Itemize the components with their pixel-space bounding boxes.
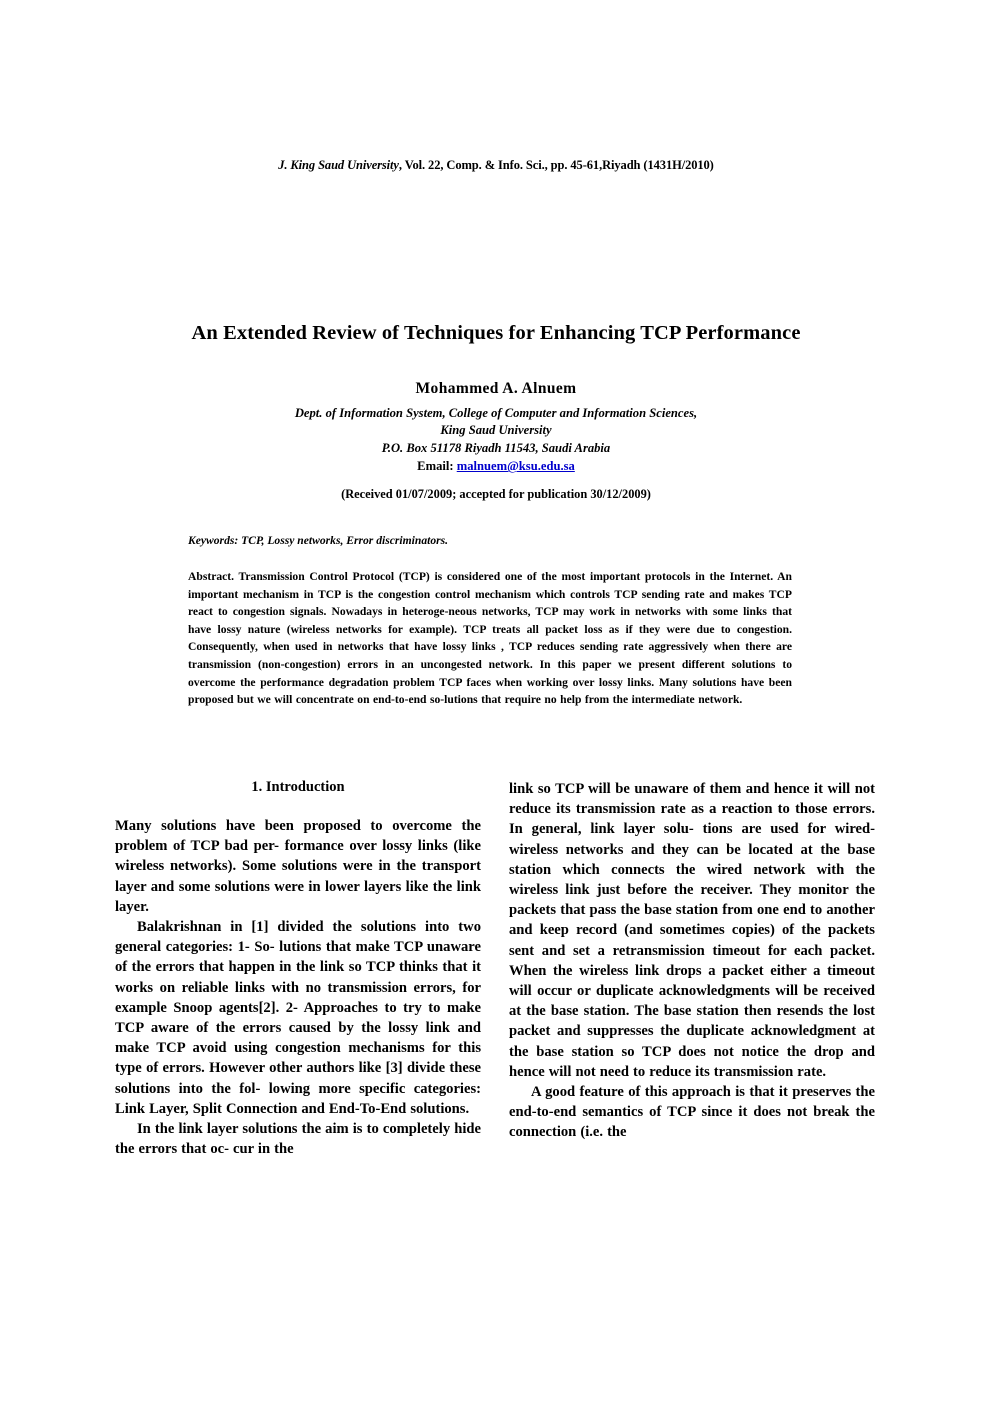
paper-page: J. King Saud University, Vol. 22, Comp. …	[0, 0, 992, 1403]
email-label: Email:	[417, 459, 454, 474]
received-accepted-dates: (Received 01/07/2009; accepted for publi…	[341, 487, 651, 501]
page-title: An Extended Review of Techniques for Enh…	[191, 322, 801, 344]
journal-issue-info: , Vol. 22, Comp. & Info. Sci., pp. 45-61…	[398, 158, 714, 172]
author-affiliation-line-2: King Saud University	[440, 423, 552, 438]
author-affiliation-line-1: Dept. of Information System, College of …	[294, 406, 698, 420]
author-name: Mohammed A. Alnuem	[415, 380, 577, 397]
paragraph: In the link layer solutions the aim is t…	[115, 1121, 481, 1158]
abstract-label: Abstract.	[188, 570, 235, 583]
body-column-left: Many solutions have been proposed to ove…	[115, 816, 481, 1159]
journal-name: J. King Saud University	[278, 158, 399, 172]
keywords-line: Keywords: TCP, Lossy networks, Error dis…	[188, 534, 804, 547]
journal-running-head: J. King Saud University, Vol. 22, Comp. …	[0, 158, 992, 173]
abstract-text: Transmission Control Protocol (TCP) is c…	[188, 570, 792, 707]
keywords-value: TCP, Lossy networks, Error discriminator…	[238, 534, 449, 547]
section-heading-introduction: 1. Introduction	[251, 779, 345, 795]
paragraph: A good feature of this approach is that …	[509, 1084, 875, 1141]
paragraph: Many solutions have been proposed to ove…	[115, 818, 481, 915]
abstract-block: Abstract. Transmission Control Protocol …	[188, 568, 792, 709]
paragraph: link so TCP will be unaware of them and …	[509, 781, 875, 1080]
paragraph: Balakrishnan in [1] divided the solution…	[115, 919, 481, 1117]
author-email-link[interactable]: malnuem@ksu.edu.sa	[457, 459, 575, 473]
keywords-label: Keywords:	[188, 534, 239, 547]
body-column-right: link so TCP will be unaware of them and …	[509, 779, 875, 1143]
author-email-line: Email: malnuem@ksu.edu.sa	[90, 459, 902, 474]
author-block: Mohammed A. Alnuem Dept. of Information …	[90, 380, 902, 474]
author-address: P.O. Box 51178 Riyadh 11543, Saudi Arabi…	[381, 440, 611, 455]
